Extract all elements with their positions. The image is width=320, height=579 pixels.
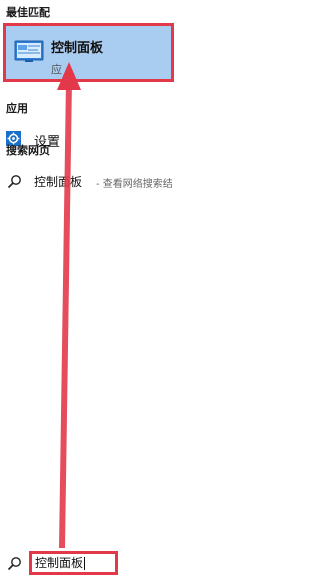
control-panel-icon <box>14 40 44 62</box>
search-input-value: 控制面板 <box>35 556 84 570</box>
web-search-query: 控制面板 <box>34 175 83 189</box>
web-header: 搜索网页 <box>6 144 50 157</box>
best-match-title: 控制面板 <box>51 41 104 56</box>
best-match-header: 最佳匹配 <box>6 6 50 19</box>
search-icon <box>7 175 21 189</box>
search-input[interactable]: 控制面板 <box>29 551 118 575</box>
search-icon <box>7 557 21 571</box>
best-match-subtitle: 应 <box>51 63 62 76</box>
taskbar-search-bar[interactable]: 控制面板 <box>0 548 200 579</box>
web-search-result[interactable]: 控制面板 - 查看网络搜索结 <box>0 170 200 192</box>
text-caret <box>84 557 86 570</box>
web-search-hint: - 查看网络搜索结 <box>96 179 173 190</box>
apps-header: 应用 <box>6 102 28 115</box>
best-match-result[interactable]: 控制面板 应 <box>3 23 174 82</box>
annotation-arrow <box>57 62 81 548</box>
